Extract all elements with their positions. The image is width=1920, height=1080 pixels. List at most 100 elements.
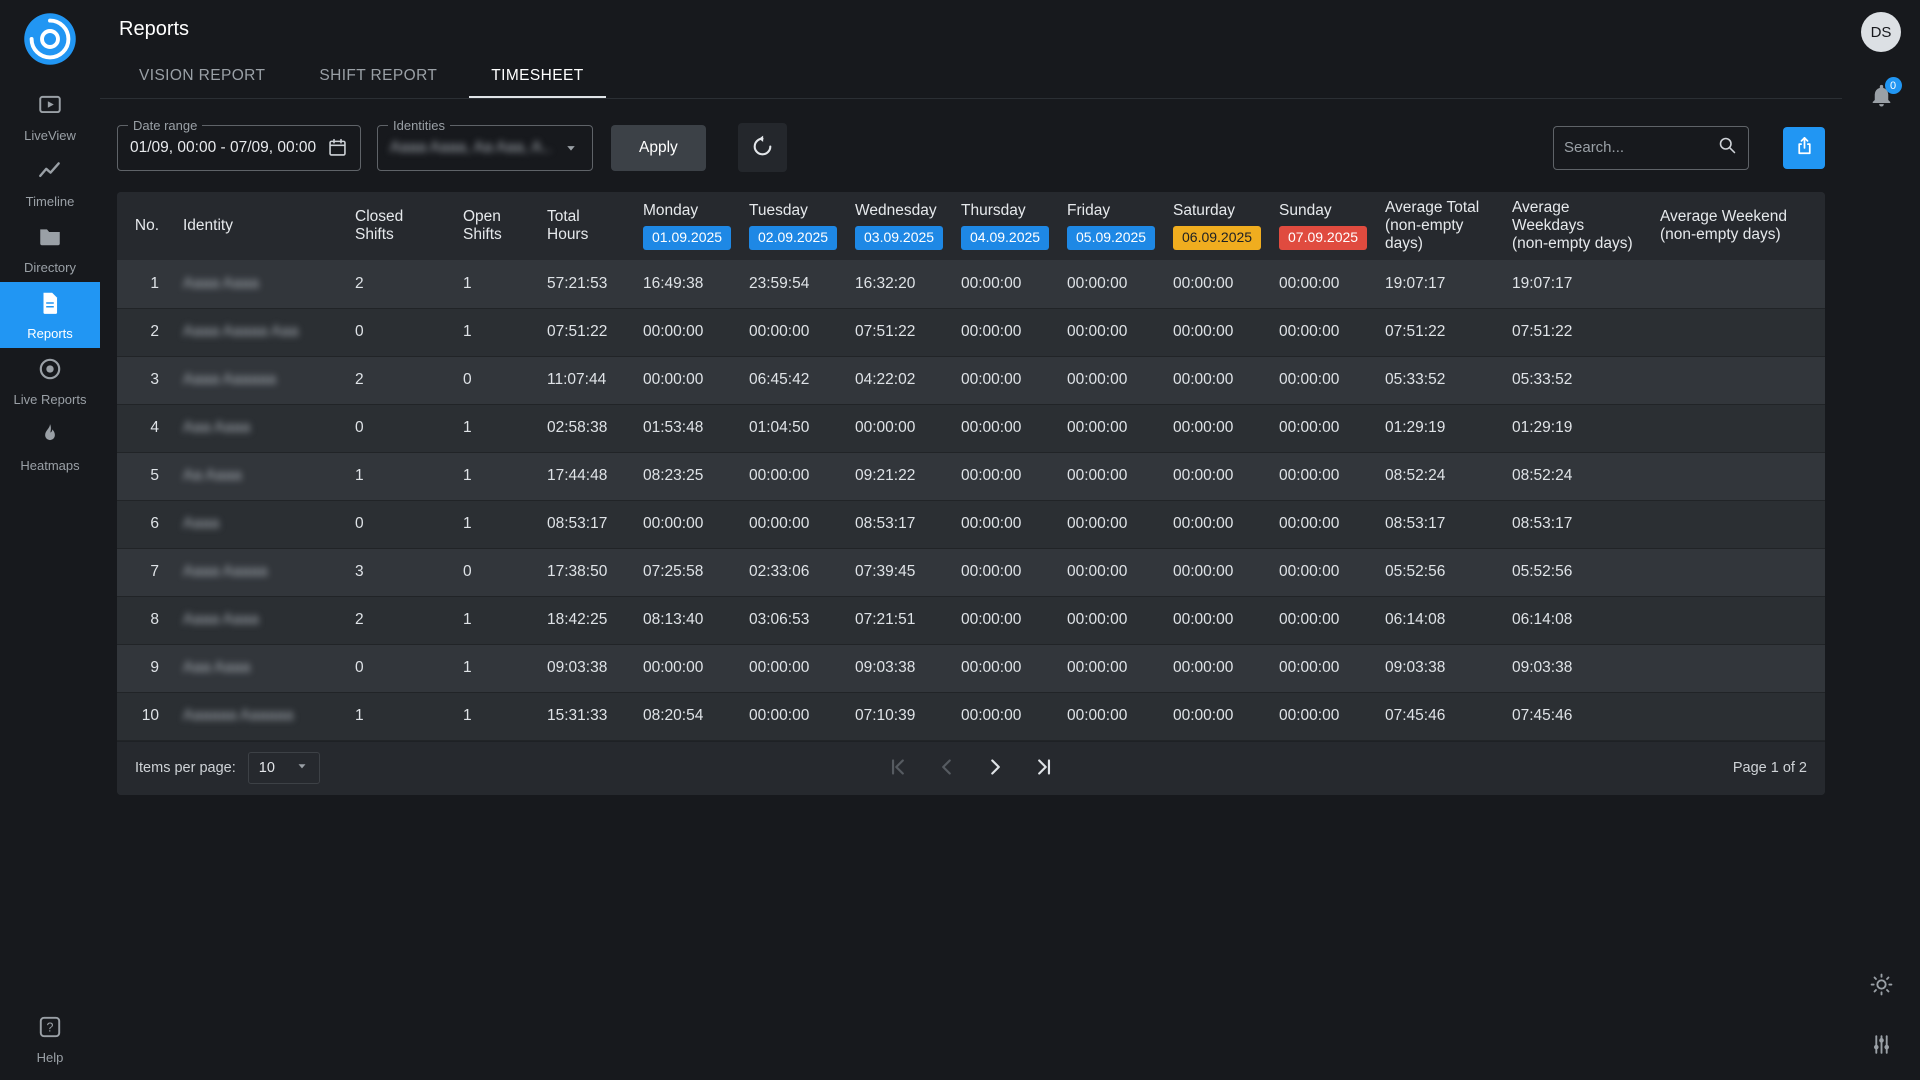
sidebar-item-reports[interactable]: Reports	[0, 282, 100, 348]
column-header-avg_weekend: Average Weekend(non-empty days)	[1650, 192, 1825, 260]
tab-timesheet[interactable]: TIMESHEET	[469, 57, 605, 98]
cell-identity: Aaaa Aaaaa	[173, 548, 345, 596]
identity-redacted: Aaaa Aaaa	[183, 611, 259, 628]
cell-sunday: 00:00:00	[1269, 692, 1375, 740]
notification-badge: 0	[1885, 77, 1902, 94]
cell-wednesday: 07:51:22	[845, 308, 951, 356]
cell-total_hours: 11:07:44	[537, 356, 633, 404]
first-page-button[interactable]	[882, 751, 916, 785]
notifications-button[interactable]: 0	[1868, 82, 1895, 114]
sidebar-item-directory[interactable]: Directory	[0, 216, 100, 282]
cell-avg_weekend	[1650, 596, 1825, 644]
cell-avg_weekdays: 08:52:24	[1502, 452, 1650, 500]
calendar-icon[interactable]	[327, 137, 348, 158]
filter-settings-button[interactable]	[1869, 1032, 1894, 1062]
cell-avg_weekdays: 01:29:19	[1502, 404, 1650, 452]
tab-shift-report[interactable]: SHIFT REPORT	[297, 57, 459, 98]
sidebar-item-label: Directory	[24, 260, 76, 275]
cell-friday: 00:00:00	[1057, 260, 1163, 308]
table-row: 10Aaaaaa Aaaaaa1115:31:3308:20:5400:00:0…	[117, 692, 1825, 740]
cell-no: 2	[117, 308, 173, 356]
cell-total_hours: 17:38:50	[537, 548, 633, 596]
search-input[interactable]	[1564, 139, 1711, 156]
identity-redacted: Aaaa Aaaaaa	[183, 371, 276, 388]
column-label: Friday	[1067, 202, 1153, 220]
cell-monday: 08:23:25	[633, 452, 739, 500]
search-box	[1553, 126, 1749, 170]
cell-avg_weekdays: 07:45:46	[1502, 692, 1650, 740]
cell-closed_shifts: 2	[345, 260, 453, 308]
identities-label: Identities	[388, 118, 450, 133]
next-page-button[interactable]	[978, 751, 1012, 785]
cell-tuesday: 06:45:42	[739, 356, 845, 404]
cell-sunday: 00:00:00	[1269, 644, 1375, 692]
sidebar-item-liveview[interactable]: LiveView	[0, 84, 100, 150]
export-button[interactable]	[1783, 127, 1825, 169]
last-page-button[interactable]	[1026, 751, 1060, 785]
chevron-down-icon	[562, 139, 580, 157]
cell-avg_weekend	[1650, 692, 1825, 740]
table-row: 7Aaaa Aaaaa3017:38:5007:25:5802:33:0607:…	[117, 548, 1825, 596]
cell-avg_total: 07:51:22	[1375, 308, 1502, 356]
sidebar-item-help[interactable]: ? Help	[0, 1006, 100, 1072]
table-header-row: No.IdentityClosed ShiftsOpen ShiftsTotal…	[117, 192, 1825, 260]
cell-wednesday: 04:22:02	[845, 356, 951, 404]
page-info: Page 1 of 2	[1733, 760, 1807, 776]
cell-avg_total: 09:03:38	[1375, 644, 1502, 692]
cell-closed_shifts: 0	[345, 404, 453, 452]
sun-icon	[1869, 972, 1894, 1002]
refresh-button[interactable]	[738, 123, 787, 172]
cell-monday: 07:25:58	[633, 548, 739, 596]
cell-monday: 00:00:00	[633, 308, 739, 356]
column-header-friday: Friday05.09.2025	[1057, 192, 1163, 260]
help-icon: ?	[37, 1014, 63, 1045]
cell-thursday: 00:00:00	[951, 644, 1057, 692]
table-row: 8Aaaa Aaaa2118:42:2508:13:4003:06:5307:2…	[117, 596, 1825, 644]
cell-avg_total: 05:33:52	[1375, 356, 1502, 404]
tab-vision-report[interactable]: VISION REPORT	[117, 57, 287, 98]
cell-closed_shifts: 0	[345, 644, 453, 692]
sidebar-item-live-reports[interactable]: Live Reports	[0, 348, 100, 414]
sidebar: LiveView Timeline Directory Reports	[0, 0, 100, 1080]
cell-saturday: 00:00:00	[1163, 596, 1269, 644]
column-label: Saturday	[1173, 202, 1259, 220]
sidebar-nav: LiveView Timeline Directory Reports	[0, 84, 100, 480]
cell-total_hours: 08:53:17	[537, 500, 633, 548]
timesheet-table-card: No.IdentityClosed ShiftsOpen ShiftsTotal…	[117, 192, 1825, 795]
items-per-page-select[interactable]: 10	[248, 752, 320, 784]
cell-wednesday: 07:21:51	[845, 596, 951, 644]
cell-no: 4	[117, 404, 173, 452]
sidebar-item-heatmaps[interactable]: Heatmaps	[0, 414, 100, 480]
cell-avg_total: 08:52:24	[1375, 452, 1502, 500]
cell-wednesday: 09:21:22	[845, 452, 951, 500]
brightness-button[interactable]	[1869, 972, 1894, 1002]
cell-sunday: 00:00:00	[1269, 356, 1375, 404]
column-header-total_hours: Total Hours	[537, 192, 633, 260]
previous-page-button[interactable]	[930, 751, 964, 785]
cell-closed_shifts: 1	[345, 452, 453, 500]
topbar: Reports VISION REPORT SHIFT REPORT TIMES…	[100, 0, 1842, 99]
sidebar-item-label: Heatmaps	[20, 458, 79, 473]
identity-redacted: Aaa Aaaa	[183, 419, 250, 436]
cell-identity: Aaaa Aaaa	[173, 596, 345, 644]
identity-redacted: Aaaa Aaaaa	[183, 563, 267, 580]
cell-thursday: 00:00:00	[951, 452, 1057, 500]
sidebar-item-timeline[interactable]: Timeline	[0, 150, 100, 216]
table-row: 2Aaaa Aaaaa Aaa0107:51:2200:00:0000:00:0…	[117, 308, 1825, 356]
cell-saturday: 00:00:00	[1163, 548, 1269, 596]
apply-button[interactable]: Apply	[611, 125, 706, 171]
cell-tuesday: 00:00:00	[739, 644, 845, 692]
cell-friday: 00:00:00	[1057, 356, 1163, 404]
cell-open_shifts: 0	[453, 548, 537, 596]
cell-avg_weekdays: 05:33:52	[1502, 356, 1650, 404]
date-range-field[interactable]: Date range 01/09, 00:00 - 07/09, 00:00	[117, 125, 361, 171]
cell-total_hours: 02:58:38	[537, 404, 633, 452]
identities-field[interactable]: Identities Aaaa Aaaa, Aa Aaa, A...	[377, 125, 593, 171]
app-root: LiveView Timeline Directory Reports	[0, 0, 1920, 1080]
cell-total_hours: 18:42:25	[537, 596, 633, 644]
cell-open_shifts: 1	[453, 692, 537, 740]
cell-sunday: 00:00:00	[1269, 500, 1375, 548]
cell-avg_total: 08:53:17	[1375, 500, 1502, 548]
cell-no: 6	[117, 500, 173, 548]
avatar[interactable]: DS	[1861, 12, 1901, 52]
